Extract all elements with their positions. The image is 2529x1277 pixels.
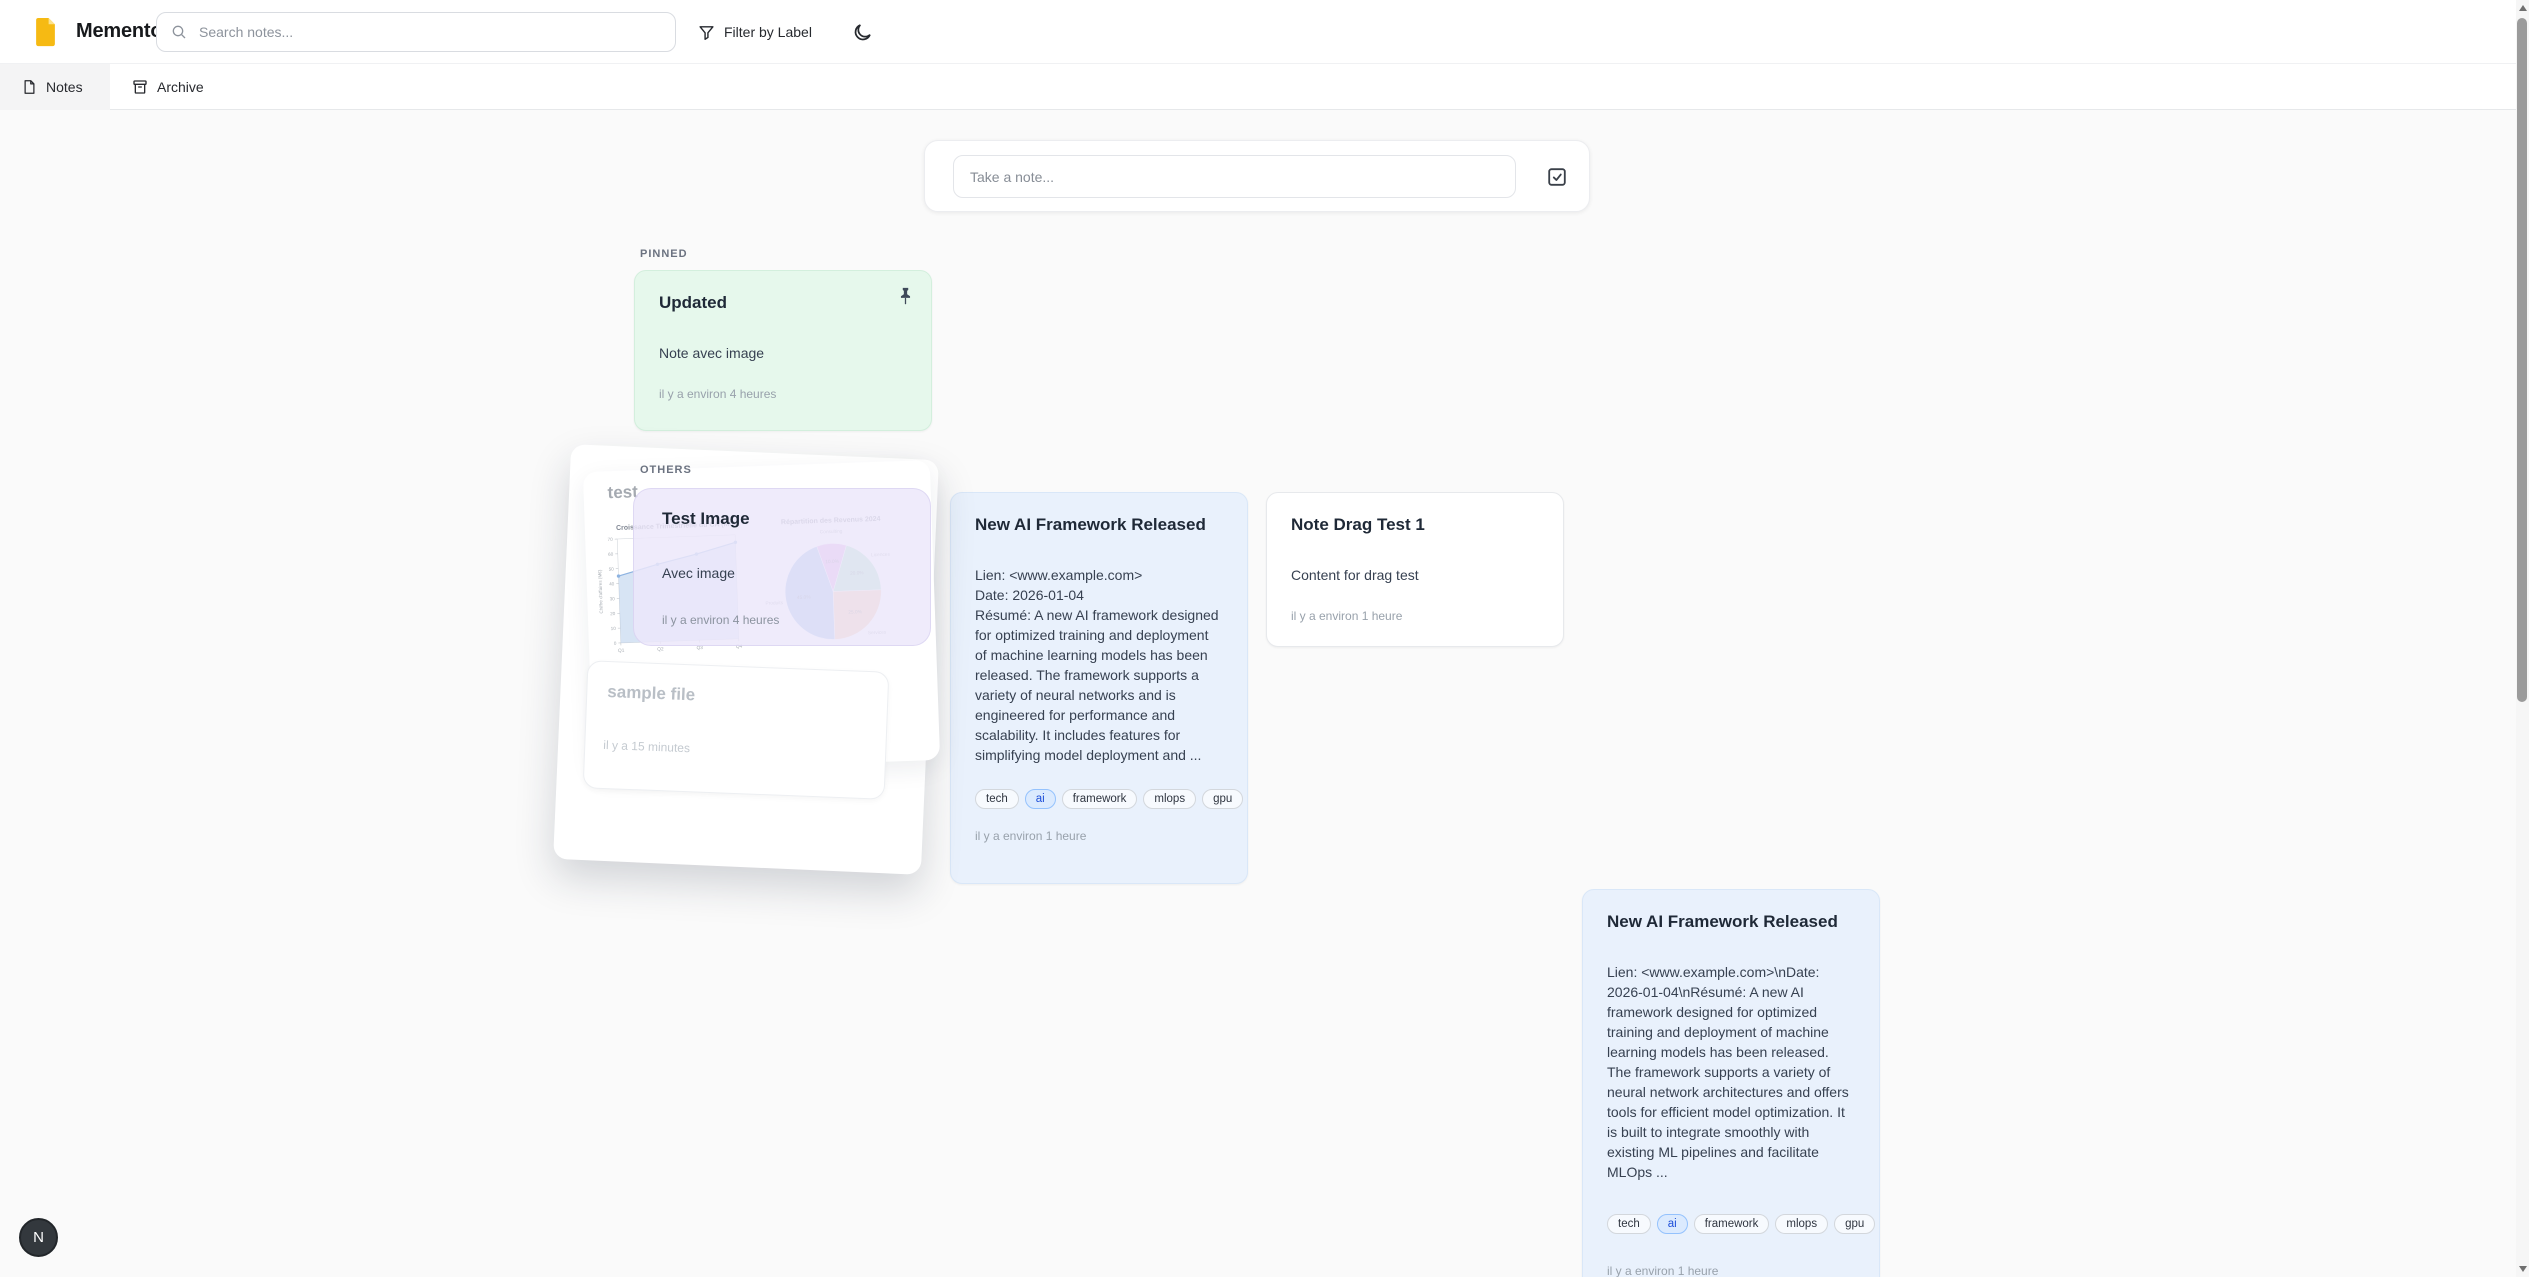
- tab-bar: Notes Archive: [0, 64, 2529, 110]
- note-title: sample file: [607, 682, 696, 705]
- tag-framework[interactable]: framework: [1694, 1214, 1770, 1234]
- svg-text:Q1: Q1: [618, 648, 625, 654]
- svg-text:10: 10: [611, 626, 617, 631]
- funnel-icon: [698, 24, 715, 41]
- svg-text:30: 30: [610, 596, 616, 601]
- take-a-note-input[interactable]: [953, 155, 1516, 198]
- note-tags: techaiframeworkmlopsgpu: [1607, 1214, 1855, 1234]
- svg-text:60: 60: [608, 552, 614, 557]
- svg-text:40: 40: [609, 581, 615, 586]
- app-title: Memento: [76, 20, 162, 43]
- note-body: Note avec image: [659, 343, 907, 363]
- note-body: Lien: <www.example.com> Date: 2026-01-04…: [975, 565, 1223, 765]
- tab-archive[interactable]: Archive: [110, 64, 240, 110]
- search-box: [156, 12, 676, 52]
- tag-ai[interactable]: ai: [1025, 789, 1056, 809]
- tag-gpu[interactable]: gpu: [1202, 789, 1243, 809]
- note-title: Updated: [659, 291, 907, 315]
- note-timestamp: il y a environ 4 heures: [659, 387, 907, 401]
- app-window: Memento Filter by Label Notes Archive P: [0, 0, 2529, 1277]
- tab-archive-label: Archive: [157, 79, 204, 95]
- note-timestamp: il y a environ 1 heure: [975, 829, 1223, 843]
- svg-text:0: 0: [614, 641, 617, 646]
- note-card-ai-framework[interactable]: New AI Framework Released Lien: <www.exa…: [950, 492, 1248, 884]
- pinned-section-label: PINNED: [640, 248, 688, 260]
- tag-gpu[interactable]: gpu: [1834, 1214, 1875, 1234]
- note-timestamp: il y a environ 4 heures: [662, 613, 779, 627]
- note-title: Note Drag Test 1: [1291, 513, 1539, 537]
- archive-box-icon: [132, 79, 148, 95]
- svg-text:Chiffre d'affaires (M€): Chiffre d'affaires (M€): [597, 569, 604, 613]
- note-card-updated[interactable]: Updated Note avec image il y a environ 4…: [634, 270, 932, 431]
- checkbox-icon: [1546, 166, 1568, 188]
- avatar-initial: N: [33, 1229, 44, 1246]
- note-card-sample-file[interactable]: sample file il y a 15 minutes: [583, 660, 890, 799]
- note-title: Test Image: [662, 509, 750, 529]
- add-checklist-button[interactable]: [1543, 163, 1571, 191]
- user-avatar[interactable]: N: [19, 1218, 58, 1257]
- scrollbar-up-arrow[interactable]: [2519, 5, 2527, 11]
- search-input[interactable]: [197, 23, 661, 41]
- others-section-label: OTHERS: [640, 464, 692, 476]
- logo-file-icon: [33, 17, 58, 47]
- vertical-scrollbar: [2516, 0, 2529, 1277]
- tag-mlops[interactable]: mlops: [1775, 1214, 1828, 1234]
- note-card-drag-test-1[interactable]: Note Drag Test 1 Content for drag test i…: [1266, 492, 1564, 647]
- note-body: Content for drag test: [1291, 565, 1539, 585]
- filter-by-label-button[interactable]: Filter by Label: [688, 12, 822, 52]
- scrollbar-thumb[interactable]: [2517, 18, 2527, 702]
- document-icon: [22, 79, 37, 95]
- search-icon: [171, 24, 187, 40]
- tab-notes-label: Notes: [46, 79, 83, 95]
- filter-by-label-text: Filter by Label: [724, 24, 812, 40]
- tag-tech[interactable]: tech: [975, 789, 1019, 809]
- note-title: New AI Framework Released: [1607, 910, 1855, 934]
- note-timestamp: il y a environ 1 heure: [1607, 1264, 1855, 1277]
- tag-mlops[interactable]: mlops: [1143, 789, 1196, 809]
- tag-tech[interactable]: tech: [1607, 1214, 1651, 1234]
- note-body: Lien: <www.example.com>\nDate: 2026-01-0…: [1607, 962, 1855, 1182]
- note-title: New AI Framework Released: [975, 513, 1223, 537]
- moon-icon: [852, 22, 873, 43]
- note-tags: techaiframeworkmlopsgpu: [975, 789, 1223, 809]
- svg-text:Q2: Q2: [657, 646, 664, 652]
- note-composer: [924, 140, 1590, 212]
- tag-framework[interactable]: framework: [1062, 789, 1138, 809]
- theme-toggle-button[interactable]: [843, 13, 881, 51]
- pushpin-icon[interactable]: [898, 287, 913, 307]
- note-timestamp: il y a environ 1 heure: [1291, 609, 1539, 623]
- tag-ai[interactable]: ai: [1657, 1214, 1688, 1234]
- scrollbar-down-arrow[interactable]: [2519, 1266, 2527, 1272]
- svg-text:20: 20: [610, 611, 616, 616]
- note-card-ai-framework-2[interactable]: New AI Framework Released Lien: <www.exa…: [1582, 889, 1880, 1277]
- note-body: Avec image: [662, 565, 735, 581]
- top-header: Memento Filter by Label: [0, 0, 2529, 64]
- svg-text:70: 70: [608, 537, 614, 542]
- tab-notes[interactable]: Notes: [0, 64, 110, 110]
- note-timestamp: il y a 15 minutes: [603, 738, 690, 755]
- svg-text:50: 50: [609, 567, 615, 572]
- dragged-note-overlay-test-image[interactable]: Test Image Avec image il y a environ 4 h…: [633, 488, 931, 646]
